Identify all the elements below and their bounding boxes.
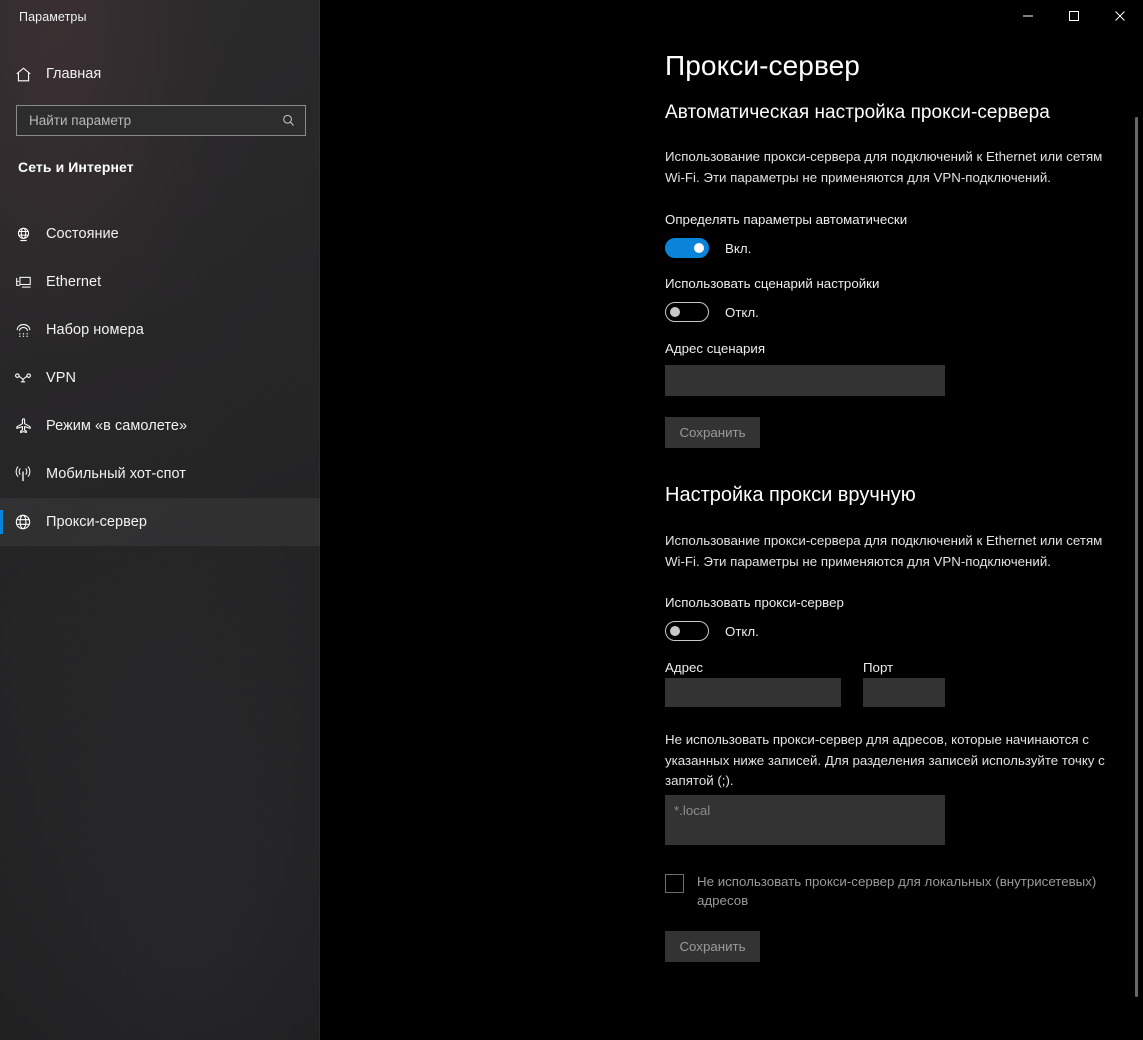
home-icon bbox=[0, 65, 46, 84]
sidebar-item-status[interactable]: Состояние bbox=[0, 210, 320, 258]
auto-save-button[interactable]: Сохранить bbox=[665, 417, 760, 448]
auto-section-description: Использование прокси-сервера для подключ… bbox=[665, 149, 1103, 185]
search-input[interactable]: Найти параметр bbox=[16, 105, 306, 136]
sidebar-item-mobile-hotspot[interactable]: Мобильный хот-спот bbox=[0, 450, 320, 498]
ethernet-icon bbox=[0, 273, 46, 292]
auto-detect-toggle-row: Вкл. bbox=[665, 238, 751, 258]
bypass-description: Не использовать прокси-сервер для адресо… bbox=[665, 732, 1105, 788]
sidebar-item-ethernet[interactable]: Ethernet bbox=[0, 258, 320, 306]
use-proxy-toggle[interactable] bbox=[665, 621, 709, 641]
scrollbar-thumb[interactable] bbox=[1135, 117, 1138, 997]
use-script-label: Использовать сценарий настройки bbox=[665, 276, 880, 291]
use-proxy-toggle-row: Откл. bbox=[665, 621, 759, 641]
sidebar: Параметры Главная Найти параметр Сеть и … bbox=[0, 0, 320, 1040]
sidebar-item-dialup-label: Набор номера bbox=[46, 322, 144, 338]
local-bypass-checkbox-label: Не использовать прокси-сервер для локаль… bbox=[697, 874, 1097, 908]
use-proxy-state: Откл. bbox=[725, 623, 759, 639]
proxy-port-input[interactable] bbox=[863, 678, 945, 707]
sidebar-item-airplane-mode[interactable]: Режим «в самолете» bbox=[0, 402, 320, 450]
sidebar-item-airplane-mode-label: Режим «в самолете» bbox=[46, 418, 188, 434]
airplane-icon bbox=[0, 416, 46, 436]
hotspot-icon bbox=[0, 464, 46, 484]
scrollbar-track[interactable] bbox=[1130, 32, 1143, 1040]
close-button[interactable] bbox=[1097, 0, 1143, 32]
manual-save-button[interactable]: Сохранить bbox=[665, 931, 760, 962]
use-script-toggle-row: Откл. bbox=[665, 302, 759, 322]
bypass-list-input[interactable] bbox=[665, 795, 945, 845]
app-title: Параметры bbox=[19, 10, 87, 24]
use-script-state: Откл. bbox=[725, 304, 759, 320]
proxy-globe-icon bbox=[0, 512, 46, 532]
minimize-button[interactable] bbox=[1005, 0, 1051, 32]
vpn-icon bbox=[0, 368, 46, 388]
proxy-address-label: Адрес bbox=[665, 660, 704, 675]
sidebar-item-home-label: Главная bbox=[46, 66, 102, 82]
sidebar-item-mobile-hotspot-label: Мобильный хот-спот bbox=[46, 466, 186, 482]
search-placeholder: Найти параметр bbox=[29, 113, 132, 128]
main-content: Прокси-сервер Автоматическая настройка п… bbox=[320, 0, 1143, 1040]
auto-detect-label: Определять параметры автоматически bbox=[665, 212, 908, 227]
proxy-port-label: Порт bbox=[863, 660, 894, 675]
sidebar-item-vpn-label: VPN bbox=[46, 370, 76, 386]
use-script-toggle[interactable] bbox=[665, 302, 709, 322]
script-address-label: Адрес сценария bbox=[665, 341, 766, 356]
auto-detect-toggle[interactable] bbox=[665, 238, 709, 258]
sidebar-item-vpn[interactable]: VPN bbox=[0, 354, 320, 402]
settings-window: Параметры Главная Найти параметр Сеть и … bbox=[0, 0, 1143, 1040]
sidebar-item-proxy-label: Прокси-сервер bbox=[46, 514, 147, 530]
auto-detect-state: Вкл. bbox=[725, 240, 752, 256]
globe-status-icon bbox=[0, 225, 46, 244]
sidebar-item-ethernet-label: Ethernet bbox=[46, 274, 102, 290]
sidebar-item-home[interactable]: Главная bbox=[0, 58, 320, 90]
search-icon[interactable] bbox=[279, 112, 297, 130]
script-address-input[interactable] bbox=[665, 365, 945, 396]
local-bypass-checkbox-row[interactable]: Не использовать прокси-сервер для локаль… bbox=[665, 872, 1125, 910]
sidebar-item-proxy[interactable]: Прокси-сервер bbox=[0, 498, 320, 546]
local-bypass-checkbox[interactable] bbox=[665, 874, 684, 893]
manual-section-heading: Настройка прокси вручную bbox=[665, 484, 916, 506]
sidebar-item-dialup[interactable]: Набор номера bbox=[0, 306, 320, 354]
dialup-icon bbox=[0, 321, 46, 340]
sidebar-category-heading: Сеть и Интернет bbox=[18, 159, 134, 175]
title-bar bbox=[320, 0, 1143, 32]
sidebar-item-status-label: Состояние bbox=[46, 226, 119, 242]
manual-section-description: Использование прокси-сервера для подключ… bbox=[665, 533, 1103, 569]
use-proxy-label: Использовать прокси-сервер bbox=[665, 595, 844, 610]
page-title: Прокси-сервер bbox=[665, 50, 860, 81]
sidebar-nav-list: Состояние Ethernet Набор номера VPN Режи… bbox=[0, 210, 320, 546]
maximize-button[interactable] bbox=[1051, 0, 1097, 32]
auto-section-heading: Автоматическая настройка прокси-сервера bbox=[665, 102, 1050, 123]
proxy-address-input[interactable] bbox=[665, 678, 841, 707]
